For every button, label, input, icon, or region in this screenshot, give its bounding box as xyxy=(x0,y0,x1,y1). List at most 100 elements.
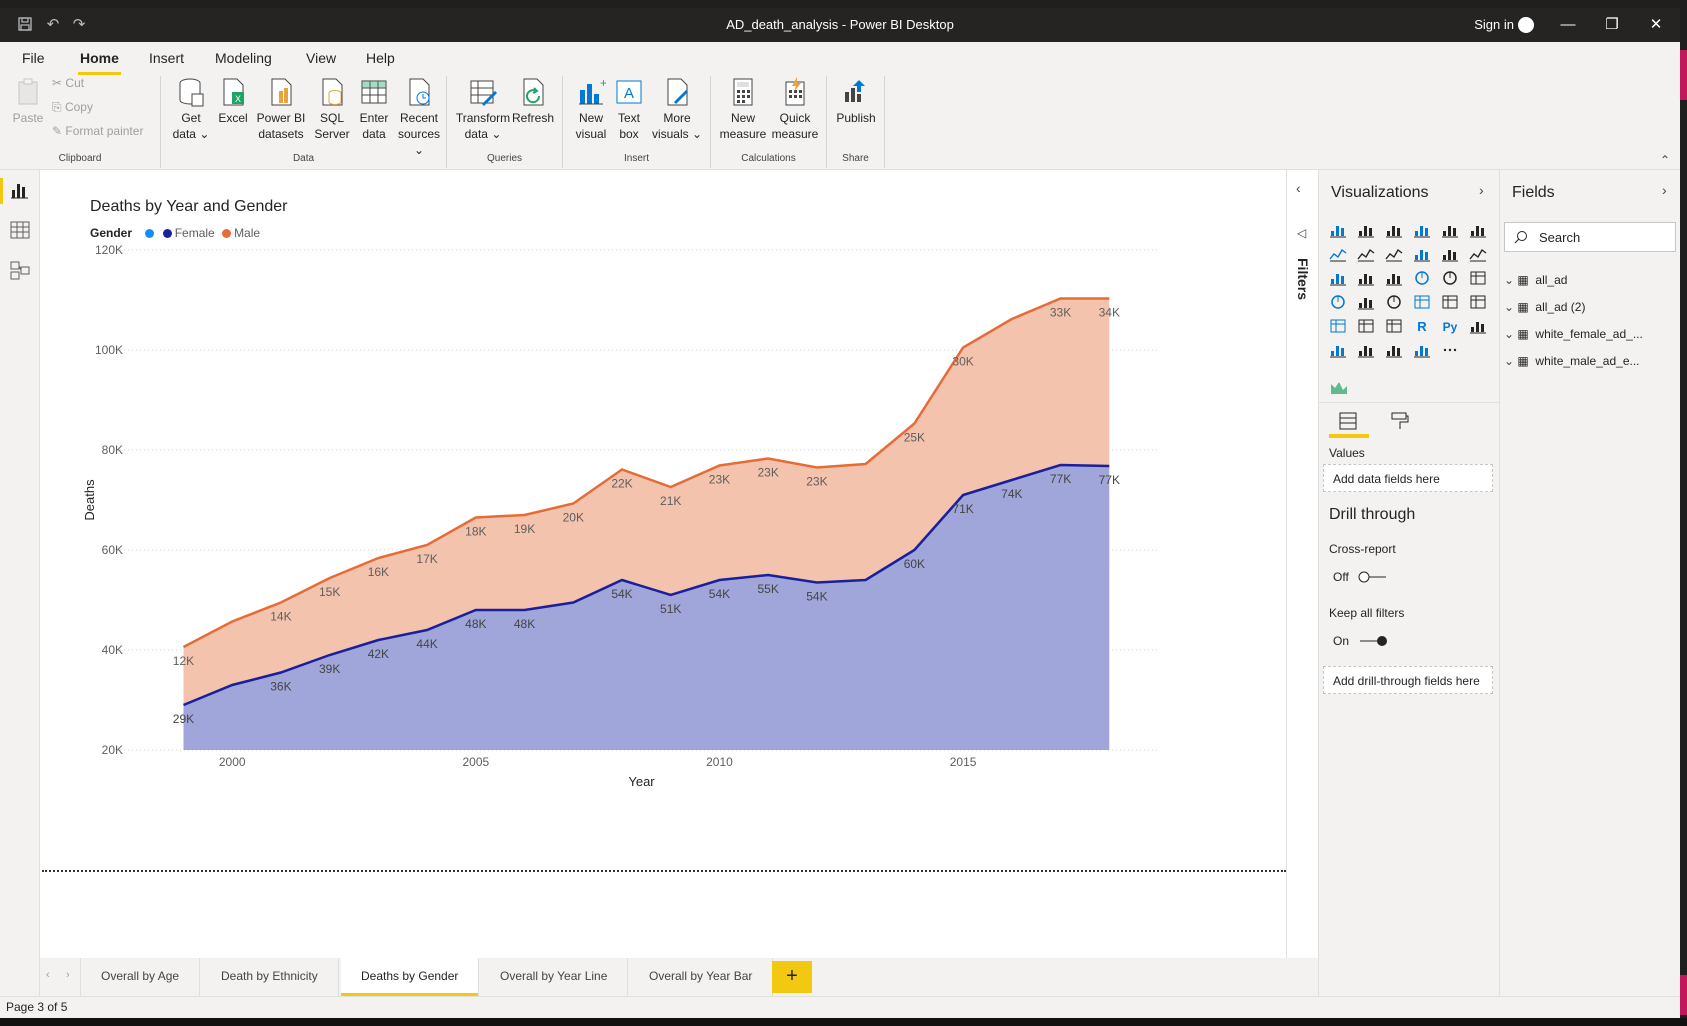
tab-modeling[interactable]: Modeling xyxy=(215,50,272,66)
stacked-column-icon[interactable] xyxy=(1357,222,1375,238)
format-painter-button[interactable]: ✎ Format painter xyxy=(52,124,143,138)
keep-all-filters-toggle[interactable]: On xyxy=(1333,634,1388,648)
page-tab-overall-by-year-line[interactable]: Overall by Year Line xyxy=(480,958,629,996)
sign-in-link[interactable]: Sign in xyxy=(1474,17,1514,32)
prev-page-arrow-icon[interactable]: ‹ xyxy=(46,969,50,981)
chevron-right-icon[interactable]: › xyxy=(1662,182,1667,198)
next-page-arrow-icon[interactable]: › xyxy=(66,969,70,981)
data-view-icon[interactable] xyxy=(8,218,32,242)
y-tick-label: 60K xyxy=(102,543,123,557)
male-data-label: 25K xyxy=(904,431,925,445)
scatter-icon[interactable] xyxy=(1385,270,1403,286)
filled-map-icon[interactable] xyxy=(1357,294,1375,310)
field-table-item[interactable]: ⌄ ▦ white_male_ad_e... xyxy=(1504,354,1640,368)
cross-report-toggle[interactable]: Off xyxy=(1333,570,1388,584)
paste-button[interactable]: Paste xyxy=(10,76,46,126)
refresh-button[interactable]: Refresh xyxy=(511,76,555,126)
filters-pane-collapsed[interactable]: ‹ ◁ Filters xyxy=(1286,170,1318,958)
ribbon-icon[interactable] xyxy=(1469,246,1487,262)
more-icon[interactable] xyxy=(1441,342,1459,358)
text-box-button[interactable]: A Text box xyxy=(611,76,647,142)
key-influencers-icon[interactable] xyxy=(1469,318,1487,334)
area-chart[interactable]: 20K 40K 60K 80K 100K 120K 2000 2005 2010 2015 Year… xyxy=(40,170,1286,870)
recent-sources-button[interactable]: Recent sources ⌄ xyxy=(393,76,445,158)
multi-row-card-icon[interactable] xyxy=(1441,294,1459,310)
restore-icon[interactable]: ❐ xyxy=(1600,14,1624,36)
table-icon[interactable] xyxy=(1357,318,1375,334)
paginated-icon[interactable] xyxy=(1413,342,1431,358)
page-tab-death-by-ethnicity[interactable]: Death by Ethnicity xyxy=(201,958,339,996)
line-column-icon[interactable] xyxy=(1413,246,1431,262)
copy-button[interactable]: ⎘ Copy xyxy=(52,100,93,115)
tab-insert[interactable]: Insert xyxy=(149,50,184,66)
field-table-item[interactable]: ⌄ ▦ all_ad xyxy=(1504,273,1567,287)
minimize-icon[interactable]: — xyxy=(1556,14,1580,36)
matrix-icon[interactable] xyxy=(1385,318,1403,334)
collapse-ribbon-icon[interactable]: ⌃ xyxy=(1660,153,1670,167)
model-view-icon[interactable] xyxy=(8,258,32,282)
card-icon[interactable] xyxy=(1413,294,1431,310)
excel-button[interactable]: X Excel xyxy=(215,76,251,126)
report-view-icon[interactable] xyxy=(8,178,32,202)
smart-narrative-icon[interactable] xyxy=(1385,342,1403,358)
fields-search-input[interactable]: Search xyxy=(1504,222,1676,252)
page-tab-overall-by-age[interactable]: Overall by Age xyxy=(80,958,201,996)
chevron-left-icon[interactable]: ‹ xyxy=(1296,180,1301,196)
map-icon[interactable] xyxy=(1329,294,1347,310)
fields-well-icon[interactable] xyxy=(1337,410,1359,432)
r-visual-icon[interactable]: R xyxy=(1413,318,1431,334)
donut-icon[interactable] xyxy=(1441,270,1459,286)
male-data-label: 33K xyxy=(1050,306,1071,320)
qa-icon[interactable] xyxy=(1357,342,1375,358)
tab-home[interactable]: Home xyxy=(78,50,121,75)
tab-help[interactable]: Help xyxy=(366,50,395,66)
page-tab-deaths-by-gender[interactable]: Deaths by Gender xyxy=(341,958,480,996)
sql-server-button[interactable]: SQL Server xyxy=(311,76,353,142)
format-paint-roller-icon[interactable] xyxy=(1389,410,1411,432)
stacked-bar-icon[interactable] xyxy=(1329,222,1347,238)
python-visual-icon[interactable]: Py xyxy=(1441,318,1459,334)
field-table-item[interactable]: ⌄ ▦ all_ad (2) xyxy=(1504,300,1585,314)
add-page-button[interactable]: + xyxy=(772,961,812,993)
tab-view[interactable]: View xyxy=(306,50,336,66)
kpi-icon[interactable] xyxy=(1469,294,1487,310)
100-bar-icon[interactable] xyxy=(1441,222,1459,238)
slicer-icon[interactable] xyxy=(1329,318,1347,334)
chevron-right-icon[interactable]: › xyxy=(1479,182,1484,198)
custom-visual-icon[interactable] xyxy=(1329,378,1349,396)
100-column-icon[interactable] xyxy=(1469,222,1487,238)
quick-measure-button[interactable]: Quick measure xyxy=(769,76,821,142)
cut-button[interactable]: ✂ Cut xyxy=(52,76,84,90)
get-data-button[interactable]: Get data ⌄ xyxy=(171,76,211,142)
field-table-item[interactable]: ⌄ ▦ white_female_ad_... xyxy=(1504,327,1643,341)
line-clustered-column-icon[interactable] xyxy=(1441,246,1459,262)
avatar[interactable] xyxy=(1518,17,1534,33)
tab-file[interactable]: File xyxy=(22,50,45,66)
clustered-bar-icon[interactable] xyxy=(1385,222,1403,238)
pie-icon[interactable] xyxy=(1413,270,1431,286)
enter-data-button[interactable]: Enter data xyxy=(355,76,393,142)
clustered-column-icon[interactable] xyxy=(1413,222,1431,238)
stacked-area-icon[interactable] xyxy=(1385,246,1403,262)
publish-button[interactable]: Publish xyxy=(833,76,879,126)
queries-group-label: Queries xyxy=(486,153,522,164)
treemap-icon[interactable] xyxy=(1469,270,1487,286)
values-drop-zone[interactable]: Add data fields here xyxy=(1323,464,1493,492)
area-icon[interactable] xyxy=(1357,246,1375,262)
new-visual-button[interactable]: + New visual xyxy=(573,76,609,142)
more-visuals-button[interactable]: More visuals ⌄ xyxy=(649,76,705,142)
legend-female[interactable]: Female xyxy=(175,226,215,240)
waterfall-icon[interactable] xyxy=(1329,270,1347,286)
new-measure-button[interactable]: New measure xyxy=(719,76,767,142)
close-icon[interactable]: ✕ xyxy=(1644,14,1668,36)
power-bi-datasets-button[interactable]: Power BI datasets xyxy=(251,76,311,142)
legend-male[interactable]: Male xyxy=(234,226,260,240)
gauge-icon[interactable] xyxy=(1385,294,1403,310)
page-tab-overall-by-year-bar[interactable]: Overall by Year Bar xyxy=(629,958,774,996)
transform-data-button[interactable]: Transform data ⌄ xyxy=(455,76,511,142)
decomposition-tree-icon[interactable] xyxy=(1329,342,1347,358)
drill-through-drop-zone[interactable]: Add drill-through fields here xyxy=(1323,666,1493,694)
funnel-icon[interactable] xyxy=(1357,270,1375,286)
drill-through-heading: Drill through xyxy=(1329,506,1416,523)
line-icon[interactable] xyxy=(1329,246,1347,262)
